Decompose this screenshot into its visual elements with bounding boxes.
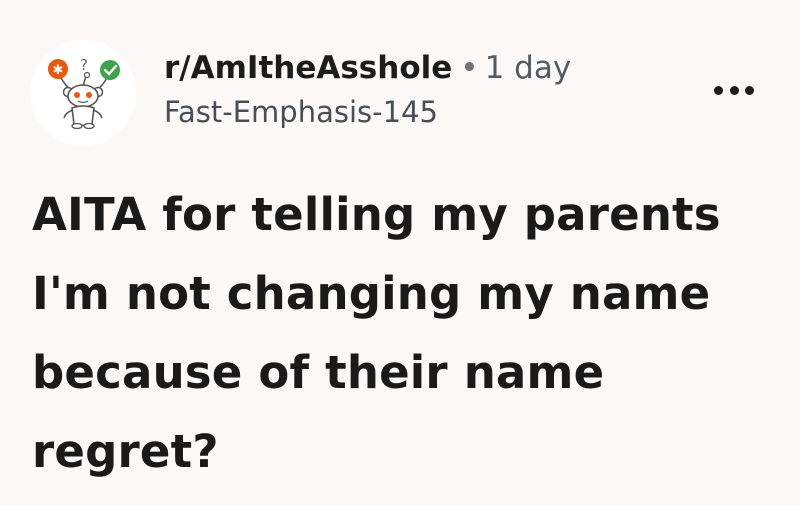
separator-dot: • [460,50,479,86]
dot-2 [729,85,739,95]
post-meta: r/AmItheAsshole • 1 day Fast-Emphasis-145 [164,48,571,132]
more-options-icon[interactable] [714,80,754,100]
svg-text:?: ? [80,56,88,74]
svg-text:✱: ✱ [53,63,64,78]
snoo-avatar-icon[interactable]: ✱ ? [30,40,136,146]
subreddit-link[interactable]: r/AmItheAsshole [164,50,452,86]
author-link[interactable]: Fast-Emphasis-145 [164,92,571,132]
post-title[interactable]: AITA for telling my parents I'm not chan… [32,175,772,491]
dot-3 [745,85,754,95]
post-header: ✱ ? r/AmItheAsshole • 1 day Fast-Emphasi… [30,38,760,148]
post-age: 1 day [484,50,572,86]
dot-1 [714,85,723,95]
